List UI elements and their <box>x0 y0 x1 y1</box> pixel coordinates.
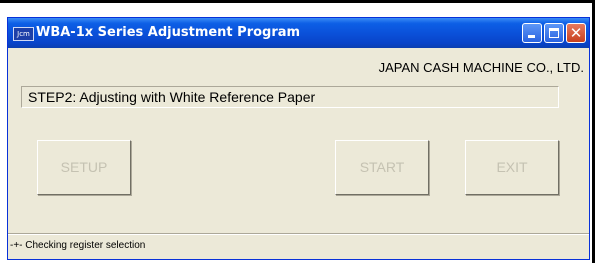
app-logo-icon: Jcm <box>13 27 34 41</box>
company-name: JAPAN CASH MACHINE CO., LTD. <box>378 60 584 75</box>
status-bar-text: -+- Checking register selection <box>10 240 146 251</box>
app-window: Jcm WBA-1x Series Adjustment Program ✕ J… <box>7 17 590 260</box>
window-title: WBA-1x Series Adjustment Program <box>36 25 301 40</box>
status-divider-highlight <box>8 234 589 235</box>
step-display: STEP2: Adjusting with White Reference Pa… <box>21 86 559 108</box>
title-bar[interactable]: Jcm WBA-1x Series Adjustment Program ✕ <box>8 18 589 48</box>
step-label: STEP2: Adjusting with White Reference Pa… <box>28 89 316 105</box>
minimize-icon <box>528 35 535 38</box>
maximize-button[interactable] <box>544 23 564 43</box>
close-button[interactable]: ✕ <box>566 23 586 43</box>
start-button[interactable]: START <box>335 140 429 195</box>
frame-top-border <box>0 0 595 3</box>
close-icon: ✕ <box>569 24 583 42</box>
minimize-button[interactable] <box>522 23 542 43</box>
maximize-icon <box>549 28 559 38</box>
setup-button[interactable]: SETUP <box>37 140 131 195</box>
exit-button[interactable]: EXIT <box>465 140 559 195</box>
